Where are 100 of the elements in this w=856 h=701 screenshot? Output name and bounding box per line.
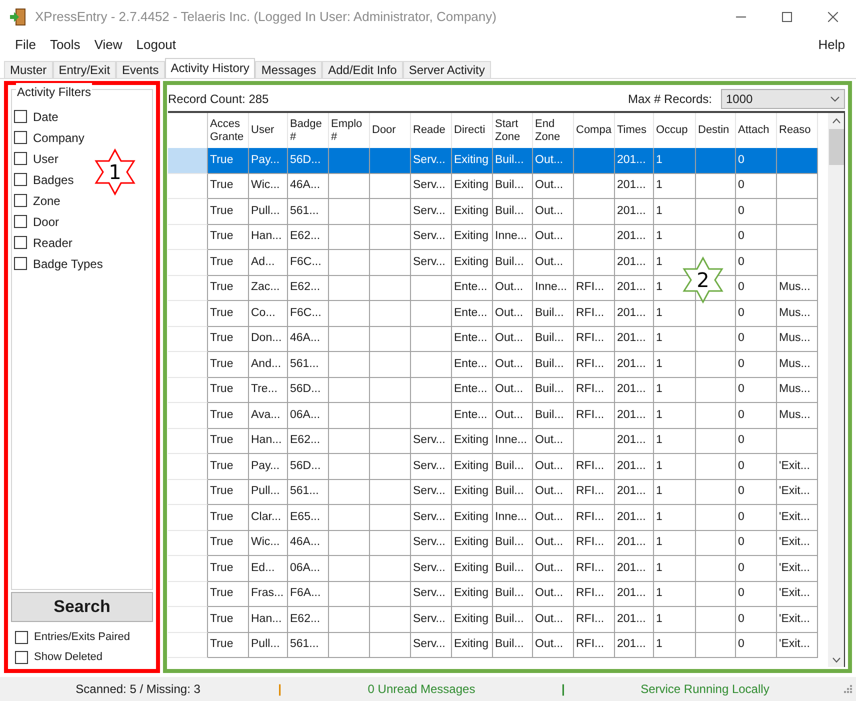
table-cell: 201... bbox=[615, 428, 654, 454]
table-cell: RFI... bbox=[574, 530, 615, 556]
table-cell: True bbox=[208, 403, 249, 428]
row-header[interactable] bbox=[168, 607, 208, 632]
row-header[interactable] bbox=[168, 326, 208, 352]
table-cell: Serv... bbox=[411, 199, 452, 224]
checkbox[interactable] bbox=[14, 110, 27, 123]
row-header[interactable] bbox=[168, 632, 208, 658]
table-cell: Pay... bbox=[249, 454, 288, 480]
help-menu[interactable]: Help bbox=[818, 35, 848, 55]
table-cell bbox=[370, 582, 411, 607]
table-cell: RFI... bbox=[574, 301, 615, 326]
table-cell: 201... bbox=[615, 326, 654, 352]
table-cell: 1 bbox=[654, 378, 696, 403]
table-cell: Inne... bbox=[493, 224, 533, 250]
row-header[interactable] bbox=[168, 505, 208, 530]
tab[interactable]: Activity History bbox=[164, 58, 256, 78]
row-header[interactable] bbox=[168, 403, 208, 428]
table-cell: Fras... bbox=[249, 582, 288, 607]
table-cell: Exiting bbox=[452, 174, 493, 199]
row-header[interactable] bbox=[168, 378, 208, 403]
table-cell: Out... bbox=[533, 480, 574, 505]
tab[interactable]: Entry/Exit bbox=[52, 61, 116, 78]
checkbox[interactable] bbox=[14, 215, 27, 228]
table-cell: Co... bbox=[249, 301, 288, 326]
tab[interactable]: Messages bbox=[255, 61, 322, 78]
row-header[interactable] bbox=[168, 174, 208, 199]
row-header[interactable] bbox=[168, 480, 208, 505]
checkbox[interactable] bbox=[14, 173, 27, 186]
row-header[interactable] bbox=[168, 250, 208, 276]
table-cell: Exiting bbox=[452, 530, 493, 556]
row-header[interactable] bbox=[168, 530, 208, 556]
table-cell: 0 bbox=[736, 480, 777, 505]
table-cell: 46A... bbox=[288, 530, 329, 556]
table-cell: 0 bbox=[736, 582, 777, 607]
table-cell: 'Exit... bbox=[777, 607, 818, 632]
checkbox-label: Badges bbox=[33, 172, 74, 188]
table-cell: Don... bbox=[249, 326, 288, 352]
table-cell bbox=[411, 403, 452, 428]
table-cell: 0 bbox=[736, 428, 777, 454]
row-header[interactable] bbox=[168, 301, 208, 326]
tab[interactable]: Muster bbox=[4, 61, 53, 78]
table-cell: Ente... bbox=[452, 403, 493, 428]
menu-item[interactable]: File bbox=[8, 35, 43, 55]
table-cell: Out... bbox=[533, 582, 574, 607]
table-cell bbox=[370, 607, 411, 632]
checkbox[interactable] bbox=[14, 152, 27, 165]
table-cell bbox=[370, 199, 411, 224]
table-cell: Ente... bbox=[452, 276, 493, 301]
table-cell: 0 bbox=[736, 607, 777, 632]
table-cell bbox=[777, 250, 818, 276]
row-header[interactable] bbox=[168, 582, 208, 607]
vertical-scrollbar[interactable] bbox=[828, 113, 845, 667]
table-cell: True bbox=[208, 199, 249, 224]
row-header[interactable] bbox=[168, 352, 208, 378]
table-cell: F6A... bbox=[288, 582, 329, 607]
table-cell bbox=[370, 556, 411, 582]
table-cell: 1 bbox=[654, 301, 696, 326]
close-icon bbox=[828, 12, 838, 22]
row-header[interactable] bbox=[168, 454, 208, 480]
table-cell: True bbox=[208, 556, 249, 582]
row-header[interactable] bbox=[168, 276, 208, 301]
scroll-down-icon[interactable] bbox=[832, 657, 840, 663]
tab[interactable]: Add/Edit Info bbox=[322, 61, 403, 78]
checkbox-label: Zone bbox=[33, 192, 60, 210]
scroll-thumb[interactable] bbox=[828, 129, 844, 165]
menu-item[interactable]: View bbox=[87, 35, 130, 55]
max-records-dropdown[interactable]: 1000 bbox=[721, 89, 845, 109]
table-cell: Ad... bbox=[249, 250, 288, 276]
table-cell: Buil... bbox=[533, 378, 574, 403]
table-cell: Mus... bbox=[777, 326, 818, 352]
table-cell: Wic... bbox=[249, 530, 288, 556]
tab[interactable]: Server Activity bbox=[402, 61, 491, 78]
table-cell: Out... bbox=[533, 250, 574, 276]
row-header[interactable] bbox=[168, 428, 208, 454]
checkbox[interactable] bbox=[15, 630, 28, 644]
table-cell: E62... bbox=[288, 276, 329, 301]
checkbox[interactable] bbox=[14, 257, 27, 270]
checkbox[interactable] bbox=[14, 131, 27, 144]
row-header[interactable] bbox=[168, 199, 208, 224]
table-cell: Pull... bbox=[249, 480, 288, 505]
menu-item[interactable]: Tools bbox=[42, 35, 88, 55]
table-cell: Exiting bbox=[452, 480, 493, 505]
table-cell: True bbox=[208, 352, 249, 378]
tab[interactable]: Events bbox=[116, 61, 165, 78]
menu-item[interactable]: Logout bbox=[129, 35, 184, 55]
table-cell bbox=[574, 250, 615, 276]
checkbox[interactable] bbox=[14, 194, 27, 207]
table-cell bbox=[696, 632, 736, 658]
scroll-up-icon[interactable] bbox=[832, 118, 840, 124]
table-cell: 201... bbox=[615, 174, 654, 199]
row-header[interactable] bbox=[168, 556, 208, 582]
table-cell: Out... bbox=[493, 326, 533, 352]
row-header[interactable] bbox=[168, 148, 208, 174]
checkbox[interactable] bbox=[15, 650, 28, 664]
checkbox[interactable] bbox=[14, 236, 27, 249]
table-cell: 0 bbox=[736, 530, 777, 556]
table-cell bbox=[329, 250, 370, 276]
search-button[interactable]: Search bbox=[11, 592, 153, 622]
row-header[interactable] bbox=[168, 224, 208, 250]
